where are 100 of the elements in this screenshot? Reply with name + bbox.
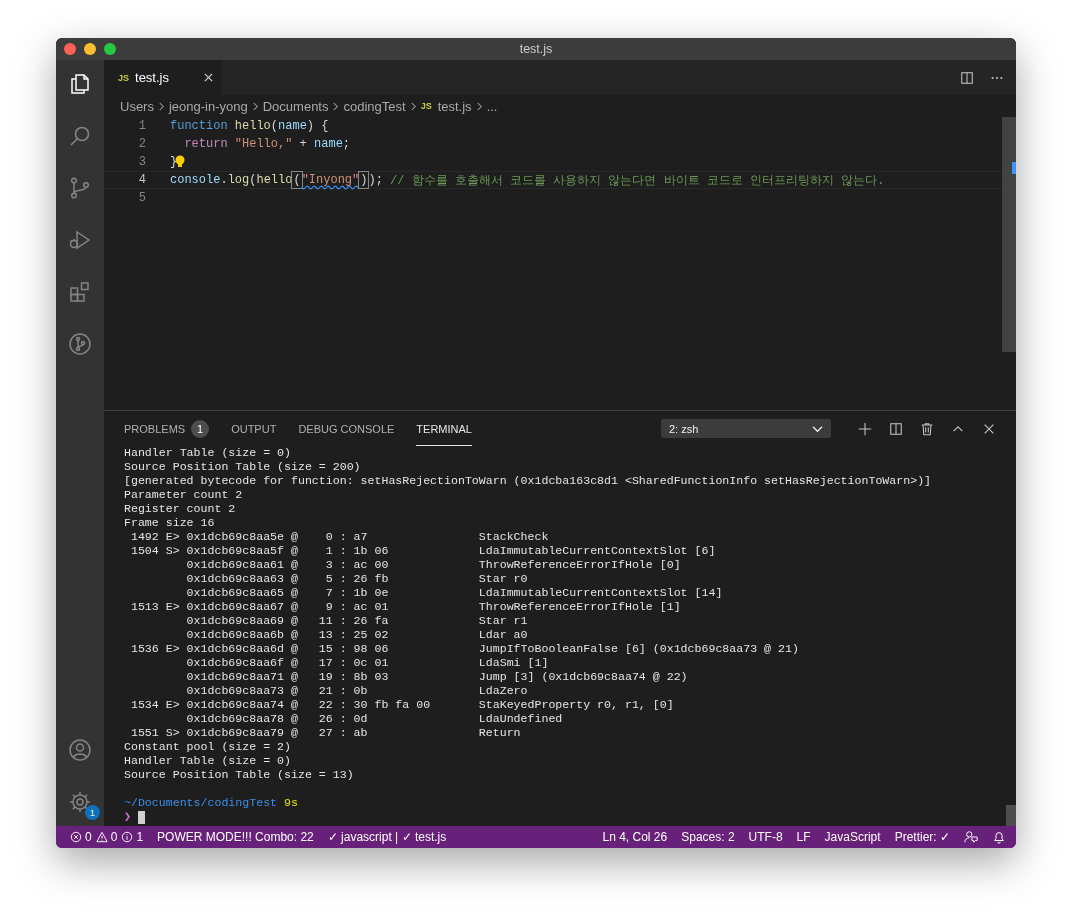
caret-icon[interactable] bbox=[812, 424, 823, 433]
split-terminal-icon[interactable] bbox=[889, 421, 903, 436]
code-keyword: function bbox=[170, 119, 228, 133]
terminal-output-line: Register count 2 bbox=[124, 502, 237, 516]
code-identifier: console bbox=[170, 173, 221, 187]
line-number: 2 bbox=[137, 137, 146, 151]
line-number: 3 bbox=[137, 155, 146, 169]
code-text: . bbox=[220, 173, 228, 187]
status-item[interactable]: ✓ javascript | ✓ test.js bbox=[327, 830, 447, 844]
code-function-name: hello bbox=[233, 119, 271, 133]
terminal-output-line: 1492 E> 0x1dcb69c8aa5e @ 0 : a7 StackCheck bbox=[129, 530, 550, 544]
terminal-output-line: Parameter count 2 bbox=[124, 488, 244, 502]
breadcrumb-item[interactable]: Users bbox=[120, 98, 154, 114]
editor-tab[interactable]: JS test.js bbox=[104, 60, 222, 95]
code-text: ( bbox=[270, 119, 279, 133]
prompt-duration: 9s bbox=[284, 796, 298, 810]
source-control-icon[interactable] bbox=[68, 176, 92, 200]
code-identifier: name bbox=[314, 137, 343, 151]
status-item[interactable]: Spaces: 2 bbox=[681, 830, 735, 844]
code-text: ( bbox=[249, 173, 257, 187]
panel-tab[interactable]: DEBUG CONSOLE bbox=[298, 411, 395, 446]
terminal-output-line: 0x1dcb69c8aa6b @ 13 : 25 02 Ldar a0 bbox=[185, 628, 529, 642]
code-string: "Inyong" bbox=[301, 173, 360, 187]
terminal-output-line: 0x1dcb69c8aa6f @ 17 : 0c 01 LdaSmi [1] bbox=[185, 656, 550, 670]
panel-tab[interactable]: PROBLEMS 1 bbox=[124, 411, 210, 446]
code-identifier: name bbox=[278, 119, 307, 133]
panel-tab[interactable]: OUTPUT bbox=[231, 411, 277, 446]
info-count[interactable]: 1 bbox=[121, 830, 144, 844]
code-text: ); bbox=[368, 173, 384, 187]
status-item[interactable]: JavaScript bbox=[824, 830, 881, 844]
extensions-icon[interactable] bbox=[68, 280, 92, 304]
terminal-output-line: [generated bytecode for function: setHasRejectionToWarn (0x1dcba163c8d1 <SharedFunctionInfo setHasRejectionToWarn>)] bbox=[124, 474, 933, 488]
prompt-path: ~/Documents/codingTest bbox=[124, 796, 278, 810]
prompt-symbol: ❯ bbox=[124, 810, 131, 824]
status-item[interactable]: LF bbox=[796, 830, 811, 844]
feedback-icon[interactable] bbox=[964, 830, 978, 844]
code-text: } bbox=[170, 155, 178, 169]
code-text: ; bbox=[342, 137, 351, 151]
chevron-right-icon bbox=[409, 100, 417, 112]
close-window-icon[interactable] bbox=[64, 43, 76, 55]
terminal-cursor bbox=[138, 810, 145, 824]
code-bracket: ) bbox=[360, 173, 368, 187]
breadcrumb-item[interactable]: Documents bbox=[262, 98, 329, 114]
split-editor-icon[interactable] bbox=[960, 70, 974, 85]
terminal-output-line: 0x1dcb69c8aa69 @ 11 : 26 fa Star r1 bbox=[185, 614, 529, 628]
code-string: "Hello," bbox=[233, 137, 293, 151]
breadcrumb-item[interactable]: ... bbox=[486, 98, 498, 114]
debug-icon[interactable] bbox=[68, 228, 92, 252]
zoom-window-icon[interactable] bbox=[104, 43, 116, 55]
panel-tab[interactable]: TERMINAL bbox=[416, 411, 472, 446]
status-item[interactable]: Prettier: ✓ bbox=[894, 830, 950, 844]
code-function-name: hello bbox=[256, 173, 293, 187]
window-title: test.js bbox=[519, 42, 553, 56]
errors-count[interactable]: 0 bbox=[70, 830, 92, 844]
status-item[interactable]: POWER MODE!!! Combo: 22 bbox=[157, 830, 314, 844]
terminal-output-line: Constant pool (size = 2) bbox=[124, 740, 292, 754]
terminal-output-line: Frame size 16 bbox=[124, 516, 216, 530]
line-number: 5 bbox=[137, 191, 146, 205]
terminal-output-line: 1551 S> 0x1dcb69c8aa79 @ 27 : ab Return bbox=[129, 726, 522, 740]
code-bracket: ( bbox=[293, 173, 301, 187]
terminal-output-line: 1504 S> 0x1dcb69c8aa5f @ 1 : 1b 06 LdaImmutableCurrentContextSlot [6] bbox=[129, 544, 717, 558]
line-number: 4 bbox=[137, 173, 146, 187]
code-comment: // 함수를 호출해서 코드를 사용하지 않는다면 바이트 코드로 인터프리팅하지 않는다. bbox=[390, 172, 885, 189]
terminal-output-line: 0x1dcb69c8aa61 @ 3 : ac 00 ThrowReferenceErrorIfHole [0] bbox=[185, 558, 682, 572]
terminal-output-line: 0x1dcb69c8aa78 @ 26 : 0d LdaUndefined bbox=[185, 712, 564, 726]
scrollbar[interactable] bbox=[1006, 805, 1016, 826]
trash-icon[interactable] bbox=[920, 421, 934, 436]
terminal-output-line: 1534 E> 0x1dcb69c8aa74 @ 22 : 30 fb fa 00 StaKeyedProperty r0, r1, [0] bbox=[129, 698, 675, 712]
scrollbar[interactable] bbox=[1002, 117, 1016, 352]
terminal-output-line: Source Position Table (size = 200) bbox=[124, 460, 362, 474]
line-number: 1 bbox=[137, 119, 146, 133]
terminal-dropdown[interactable]: 2: zsh bbox=[661, 419, 831, 438]
chevron-right-icon bbox=[251, 100, 259, 112]
code-keyword: return bbox=[183, 137, 228, 151]
account-icon[interactable] bbox=[68, 738, 92, 762]
code-text: ) { bbox=[306, 119, 329, 133]
warnings-count[interactable]: 0 bbox=[95, 830, 118, 844]
plus-icon[interactable] bbox=[858, 421, 872, 436]
status-item[interactable]: Ln 4, Col 26 bbox=[602, 830, 668, 844]
breadcrumb-item[interactable]: codingTest bbox=[343, 98, 406, 114]
git-graph-icon[interactable] bbox=[68, 332, 92, 356]
lightbulb-icon[interactable] bbox=[174, 155, 187, 169]
settings-badge: 1 bbox=[85, 805, 100, 820]
breadcrumb-item[interactable]: JS test.js bbox=[420, 98, 472, 114]
terminal-output-line: Handler Table (size = 0) bbox=[124, 446, 292, 460]
terminal-output-line: Source Position Table (size = 13) bbox=[124, 768, 355, 782]
code-function-name: log bbox=[227, 173, 250, 187]
files-icon[interactable] bbox=[68, 72, 92, 96]
close-icon[interactable] bbox=[203, 72, 214, 83]
breadcrumb-item[interactable]: jeong-in-yong bbox=[168, 98, 248, 114]
settings-icon[interactable] bbox=[68, 790, 92, 814]
bell-icon[interactable] bbox=[992, 830, 1006, 844]
terminal-output-line: 0x1dcb69c8aa71 @ 19 : 8b 03 Jump [3] (0x1dcb69c8aa74 @ 22) bbox=[185, 670, 689, 684]
chevron-right-icon bbox=[332, 100, 340, 112]
terminal-output-line: 1536 E> 0x1dcb69c8aa6d @ 15 : 98 06 JumpIfToBooleanFalse [6] (0x1dcb69c8aa73 @ 21) bbox=[129, 642, 800, 656]
minimize-window-icon[interactable] bbox=[84, 43, 96, 55]
terminal-output-line: Handler Table (size = 0) bbox=[124, 754, 292, 768]
search-icon[interactable] bbox=[68, 124, 92, 148]
code-text: + bbox=[298, 137, 308, 151]
status-item[interactable]: UTF-8 bbox=[748, 830, 783, 844]
